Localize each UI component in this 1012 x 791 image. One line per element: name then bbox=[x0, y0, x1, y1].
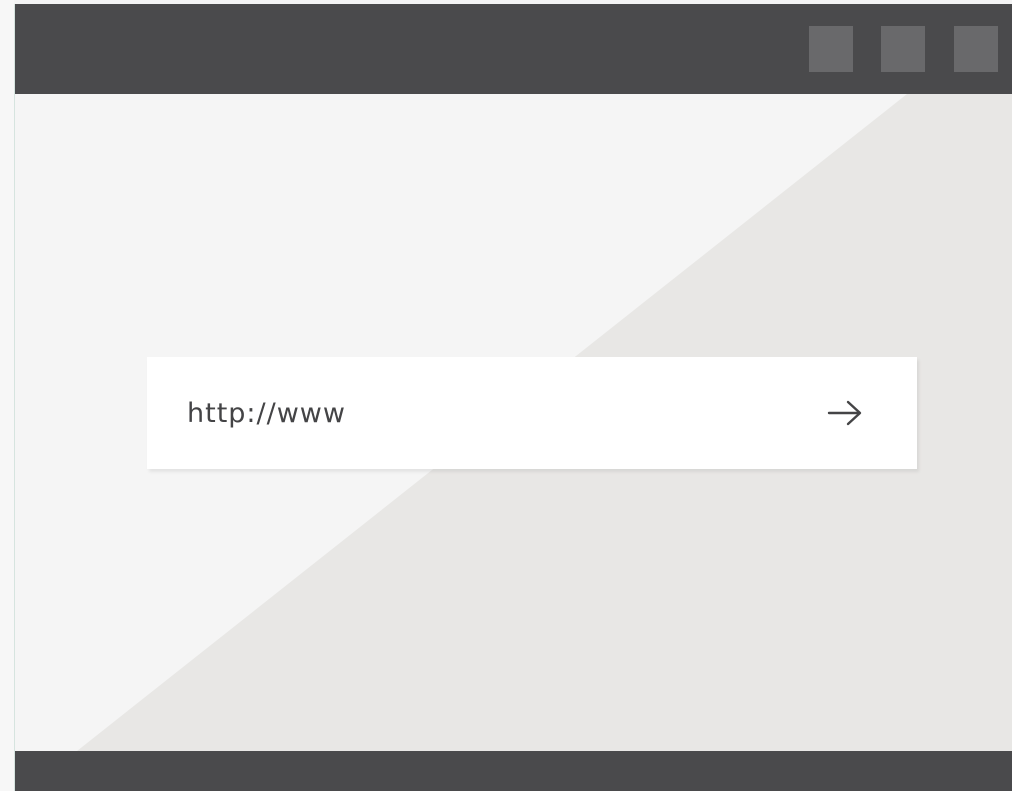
go-button[interactable] bbox=[815, 385, 875, 441]
url-input[interactable] bbox=[187, 391, 787, 435]
outer-margin bbox=[0, 0, 14, 791]
viewport bbox=[15, 94, 1012, 751]
browser-window bbox=[14, 4, 1012, 791]
title-bar bbox=[15, 4, 1012, 94]
bottom-bar bbox=[15, 751, 1012, 791]
window-control-button-2[interactable] bbox=[881, 26, 925, 72]
window-control-button-1[interactable] bbox=[809, 26, 853, 72]
window-control-button-3[interactable] bbox=[954, 26, 998, 72]
page bbox=[0, 0, 1012, 791]
address-bar bbox=[147, 357, 917, 469]
arrow-right-icon bbox=[827, 400, 862, 426]
